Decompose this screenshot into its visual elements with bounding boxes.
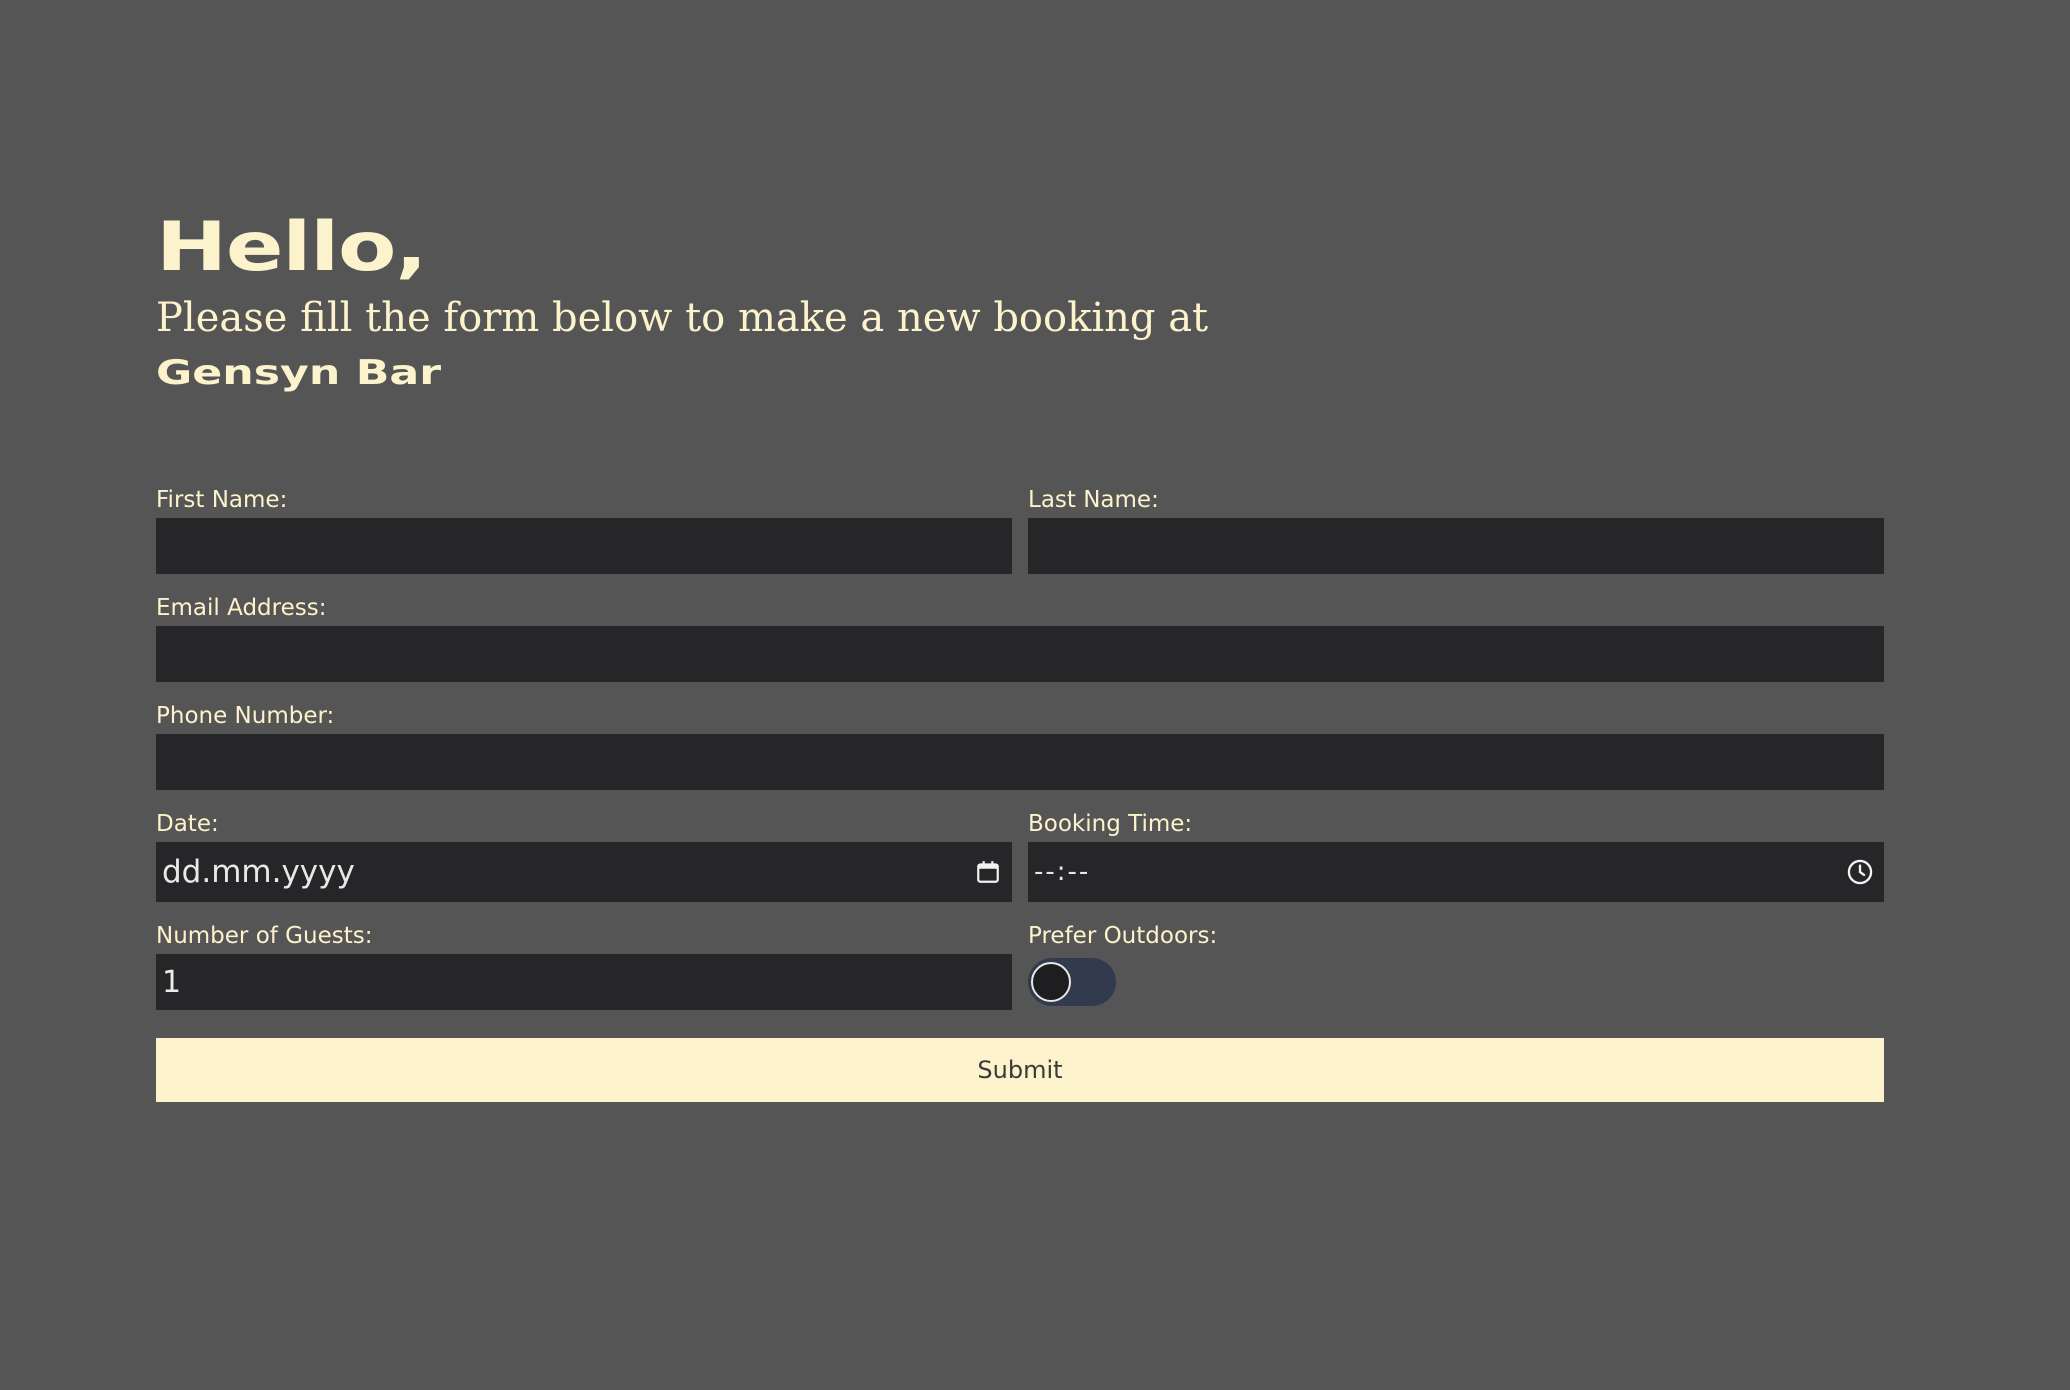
guests-field: Number of Guests: 1 [156, 922, 1012, 1010]
last-name-field: Last Name: [1028, 486, 1884, 574]
name-row: First Name: Last Name: [156, 486, 1884, 574]
outdoors-toggle[interactable] [1028, 958, 1116, 1006]
first-name-input[interactable] [156, 518, 1012, 574]
email-label: Email Address: [156, 595, 327, 621]
greeting-heading: Hello, [156, 208, 428, 287]
date-label: Date: [156, 811, 219, 837]
date-input[interactable]: dd.mm.yyyy [156, 842, 1012, 902]
booking-form: First Name: Last Name: Email Address: Ph… [156, 486, 1884, 1102]
first-name-field: First Name: [156, 486, 1012, 574]
email-row: Email Address: [156, 594, 1884, 682]
clock-icon[interactable] [1846, 858, 1874, 886]
phone-input[interactable] [156, 734, 1884, 790]
last-name-input[interactable] [1028, 518, 1884, 574]
guests-input[interactable]: 1 [156, 954, 1012, 1010]
submit-button[interactable]: Submit [156, 1038, 1884, 1102]
guests-label: Number of Guests: [156, 923, 373, 949]
form-subtitle: Please fill the form below to make a new… [156, 295, 1209, 341]
date-field: Date: dd.mm.yyyy [156, 810, 1012, 902]
calendar-icon[interactable] [974, 858, 1002, 886]
last-name-label: Last Name: [1028, 487, 1159, 513]
time-placeholder: --:-- [1034, 857, 1091, 887]
venue-name: Gensyn Bar [156, 353, 442, 393]
booking-page: Hello, Please fill the form below to mak… [156, 208, 1884, 1102]
phone-field: Phone Number: [156, 702, 1884, 790]
date-placeholder: dd.mm.yyyy [162, 854, 355, 890]
time-input[interactable]: --:-- [1028, 842, 1884, 902]
outdoors-field: Prefer Outdoors: [1028, 922, 1884, 1010]
guests-outdoors-row: Number of Guests: 1 Prefer Outdoors: [156, 922, 1884, 1010]
outdoors-toggle-wrap [1028, 954, 1884, 1010]
toggle-knob [1031, 962, 1071, 1002]
email-input[interactable] [156, 626, 1884, 682]
time-label: Booking Time: [1028, 811, 1193, 837]
time-field: Booking Time: --:-- [1028, 810, 1884, 902]
date-time-row: Date: dd.mm.yyyy Booking Time: --:-- [156, 810, 1884, 902]
phone-label: Phone Number: [156, 703, 335, 729]
email-field: Email Address: [156, 594, 1884, 682]
outdoors-label: Prefer Outdoors: [1028, 923, 1218, 949]
phone-row: Phone Number: [156, 702, 1884, 790]
first-name-label: First Name: [156, 487, 288, 513]
